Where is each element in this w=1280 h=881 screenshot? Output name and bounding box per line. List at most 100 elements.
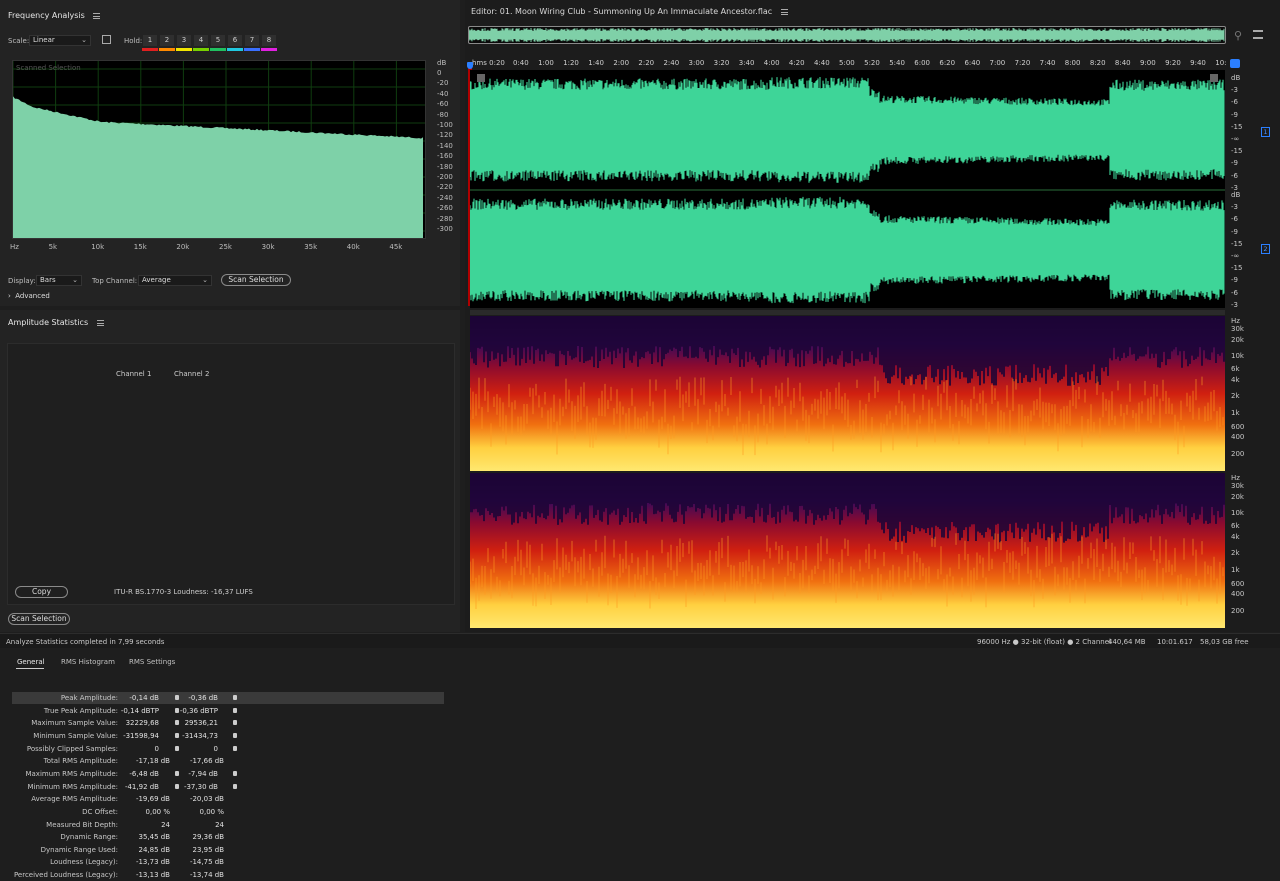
channel-1-badge[interactable]: 1: [1261, 127, 1270, 137]
advanced-label: Advanced: [15, 292, 50, 300]
table-row[interactable]: Loudness (Legacy): -13,73 dB -14,75 dB: [12, 856, 444, 868]
marker-pin-icon[interactable]: [175, 732, 179, 738]
tab-rms-settings[interactable]: RMS Settings: [129, 658, 175, 666]
table-row[interactable]: Dynamic Range Used: 24,85 dB 23,95 dB: [12, 844, 444, 856]
view-splitter[interactable]: [470, 310, 1225, 315]
marker-pin-icon[interactable]: [233, 707, 237, 713]
table-row[interactable]: Maximum Sample Value: 32229,68 29536,21: [12, 717, 444, 729]
hz-tick: 30k: [1231, 482, 1244, 490]
scan-selection-button[interactable]: Scan Selection: [221, 274, 291, 286]
playhead-handle-icon[interactable]: [467, 62, 473, 69]
advanced-toggle[interactable]: › Advanced: [8, 292, 50, 300]
marker-pin-icon[interactable]: [175, 707, 179, 713]
display-dropdown[interactable]: Bars ⌄: [36, 275, 82, 286]
editor-title-bar: Editor: 01. Moon Wiring Club - Summoning…: [471, 7, 788, 16]
scale-dropdown[interactable]: Linear ⌄: [29, 35, 91, 46]
fade-in-handle-icon[interactable]: [477, 74, 485, 82]
table-row[interactable]: Dynamic Range: 35,45 dB 29,36 dB: [12, 831, 444, 843]
db-tick: -180: [437, 162, 453, 171]
stat-label: DC Offset:: [82, 807, 118, 816]
table-row[interactable]: Average RMS Amplitude: -19,69 dB -20,03 dB: [12, 793, 444, 805]
db-tick: -140: [437, 141, 453, 150]
navigator-menu-icon[interactable]: [1253, 30, 1263, 39]
overview-waveform: [469, 28, 1225, 42]
hold-button-7[interactable]: 7: [245, 35, 259, 46]
table-row[interactable]: DC Offset: 0,00 % 0,00 %: [12, 806, 444, 818]
stat-label: Total RMS Amplitude:: [43, 757, 118, 766]
marker-pin-icon[interactable]: [233, 732, 237, 738]
headphones-icon[interactable]: [1230, 59, 1240, 68]
table-row[interactable]: Maximum RMS Amplitude: -6,48 dB -7,94 dB: [12, 768, 444, 780]
stat-label: Average RMS Amplitude:: [31, 795, 118, 804]
hz-tick: 20k: [1231, 493, 1244, 501]
hold-button-8[interactable]: 8: [262, 35, 276, 46]
time-tick: 3:40: [738, 59, 755, 67]
marker-pin-icon[interactable]: [175, 770, 179, 776]
fade-out-handle-icon[interactable]: [1210, 74, 1218, 82]
channel-2-value: -17,66 dB: [189, 757, 224, 766]
hold-button-6[interactable]: 6: [228, 35, 242, 46]
hold-color-swatch: [227, 48, 243, 51]
hz-tick: 400: [1231, 590, 1245, 598]
stat-label: Measured Bit Depth:: [46, 820, 118, 829]
channel-1-value: -0,14 dBTP: [120, 706, 159, 715]
tab-rms-histogram[interactable]: RMS Histogram: [61, 658, 115, 666]
hz-tick: 10k: [91, 243, 105, 251]
hold-button-5[interactable]: 5: [211, 35, 225, 46]
zoom-magnifier-icon[interactable]: ⚲: [1234, 29, 1242, 42]
marker-pin-icon[interactable]: [233, 720, 237, 726]
waveform-view[interactable]: [470, 70, 1225, 308]
chevron-right-icon: ›: [8, 292, 11, 300]
panel-menu-icon[interactable]: [780, 8, 788, 15]
table-row[interactable]: Total RMS Amplitude: -17,18 dB -17,66 dB: [12, 755, 444, 767]
table-row[interactable]: Peak Amplitude: -0,14 dB -0,36 dB: [12, 692, 444, 704]
db-tick: -3: [1231, 203, 1238, 212]
spectrogram-channel-1[interactable]: [470, 316, 1225, 471]
table-row[interactable]: Perceived Loudness (Legacy): -13,13 dB -13…: [12, 869, 444, 881]
marker-pin-icon[interactable]: [233, 770, 237, 776]
scan-selection-button-amp[interactable]: Scan Selection: [8, 613, 70, 625]
hz-tick: 600: [1231, 580, 1245, 588]
top-channel-dropdown[interactable]: Average ⌄: [138, 275, 212, 286]
marker-pin-icon[interactable]: [233, 695, 237, 700]
stat-label: Perceived Loudness (Legacy):: [13, 871, 118, 880]
status-message: Analyze Statistics completed in 7,99 sec…: [6, 638, 165, 646]
table-row[interactable]: Possibly Clipped Samples: 0 0: [12, 743, 444, 755]
panel-menu-icon[interactable]: [96, 319, 104, 326]
channel-2-badge[interactable]: 2: [1261, 244, 1270, 254]
snapshot-icon[interactable]: [102, 35, 111, 44]
hz-tick: 45k: [389, 243, 403, 251]
channel-1-value: -31598,94: [123, 731, 159, 740]
overview-navigator[interactable]: [468, 26, 1226, 44]
hold-button-3[interactable]: 3: [177, 35, 191, 46]
tab-general[interactable]: General: [17, 658, 45, 666]
waveform-path: [470, 196, 1225, 304]
marker-pin-icon[interactable]: [175, 783, 179, 789]
table-row[interactable]: Measured Bit Depth: 24 24: [12, 819, 444, 831]
frequency-analysis-panel: Frequency Analysis Scale: Linear ⌄ Hold: …: [0, 0, 460, 306]
table-row[interactable]: Minimum RMS Amplitude: -41,92 dB -37,30 dB: [12, 781, 444, 793]
channel-2-value: -20,03 dB: [189, 795, 224, 804]
marker-pin-icon[interactable]: [175, 720, 179, 726]
active-tab-underline: [16, 668, 44, 669]
marker-pin-icon[interactable]: [175, 695, 179, 700]
marker-pin-icon[interactable]: [233, 745, 237, 751]
panel-menu-icon[interactable]: [93, 12, 101, 19]
stat-label: Dynamic Range Used:: [40, 845, 118, 854]
marker-pin-icon[interactable]: [175, 745, 179, 751]
spectrogram-channel-2[interactable]: [470, 473, 1225, 628]
channel-2-value: -13,74 dB: [189, 871, 224, 880]
hold-button-1[interactable]: 1: [143, 35, 157, 46]
spectrogram-svg-1: [470, 316, 1225, 471]
table-row[interactable]: True Peak Amplitude: -0,14 dBTP -0,36 dBTP: [12, 705, 444, 717]
hz-tick: Hz: [10, 243, 19, 251]
copy-button[interactable]: Copy: [15, 586, 68, 598]
stat-label: Possibly Clipped Samples:: [26, 744, 118, 753]
db-tick: -160: [437, 152, 453, 161]
hz-tick: 2k: [1231, 549, 1240, 557]
table-row[interactable]: Minimum Sample Value: -31598,94 -31434,73: [12, 730, 444, 742]
marker-pin-icon[interactable]: [233, 783, 237, 789]
hold-button-4[interactable]: 4: [194, 35, 208, 46]
free-space: 58,03 GB free: [1200, 638, 1249, 646]
hold-button-2[interactable]: 2: [160, 35, 174, 46]
